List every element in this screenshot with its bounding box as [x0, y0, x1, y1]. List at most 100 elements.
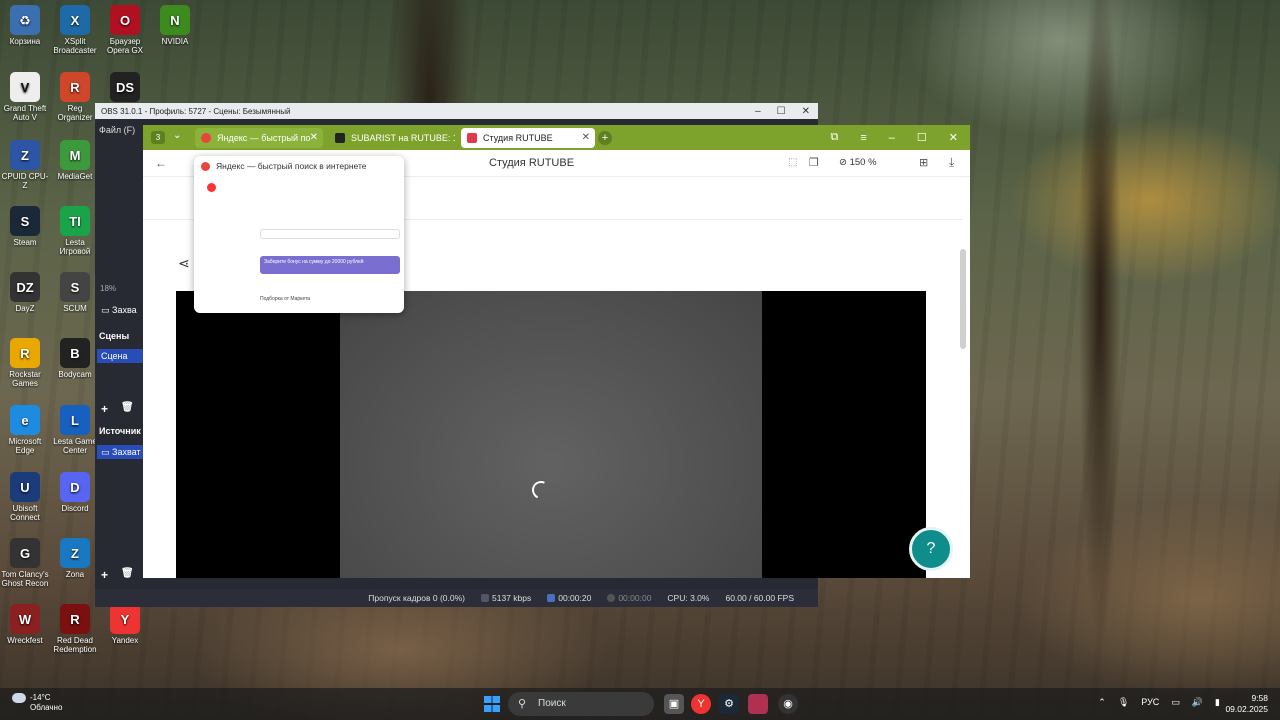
desktop-icon[interactable]: W Wreckfest [0, 604, 50, 645]
record-time: 00:00:00 [607, 593, 651, 603]
share-icon[interactable]: ⋖ [178, 255, 190, 272]
desktop-icon[interactable]: B Bodycam [50, 338, 100, 379]
app-icon: R [60, 72, 90, 102]
network-icon[interactable]: ▭ [1171, 697, 1180, 708]
close-icon[interactable]: ✕ [802, 106, 810, 117]
desktop-icon[interactable]: X XSplit Broadcaster [50, 5, 100, 55]
rutube-favicon-icon [335, 133, 345, 143]
desktop-icon[interactable]: R Red Dead Redemption [50, 604, 100, 654]
volume-icon[interactable]: 🔊 [1192, 697, 1203, 708]
add-scene-icon[interactable]: + [101, 402, 108, 416]
battery-icon[interactable]: ▮ [1215, 697, 1220, 708]
app-icon: B [60, 338, 90, 368]
taskbar-search[interactable]: ⚲ Поиск [508, 692, 654, 716]
clock[interactable]: 9:58 09.02.2025 [1225, 693, 1268, 715]
search-icon: ⚲ [518, 698, 527, 710]
desktop-icon[interactable]: R Reg Organizer [50, 72, 100, 122]
desktop-icon[interactable]: V Grand Theft Auto V [0, 72, 50, 122]
app-icon: R [60, 604, 90, 634]
desktop-icon[interactable]: e Microsoft Edge [0, 405, 50, 455]
app-icon[interactable] [748, 694, 768, 714]
obs-capture-label[interactable]: ▭ Захва [101, 305, 137, 316]
tab-rutube-studio[interactable]: Студия RUTUBE ✕ [461, 128, 595, 148]
close-tab-icon[interactable]: ✕ [582, 128, 590, 148]
desktop-icon-label: Steam [13, 238, 37, 247]
support-chat-button[interactable]: ? [909, 527, 953, 571]
desktop-icon-label: XSplit Broadcaster [53, 37, 97, 55]
desktop-icon[interactable]: TI Lesta Игровой центр [50, 206, 100, 256]
desktop-icon[interactable]: N NVIDIA [150, 5, 200, 46]
video-player[interactable] [176, 291, 926, 578]
app-icon: M [60, 140, 90, 170]
obs-menu-file[interactable]: Файл (F) [99, 125, 135, 135]
extension-icon[interactable]: ⬚ [788, 157, 797, 168]
obs-icon[interactable]: ◉ [778, 694, 798, 714]
obs-source-item[interactable]: ▭ Захват [97, 445, 147, 459]
microphone-icon[interactable]: 🎙 [1118, 697, 1129, 708]
page-scrollbar[interactable] [960, 249, 966, 349]
desktop-icon[interactable]: M MediaGet [50, 140, 100, 181]
desktop-icon[interactable]: Y Yandex [100, 604, 150, 645]
back-arrow-icon[interactable]: ← [155, 156, 167, 170]
desktop-icon-label: Bodycam [58, 370, 92, 379]
desktop-icon[interactable]: S Steam [0, 206, 50, 247]
desktop-icon[interactable]: Z Zona [50, 538, 100, 579]
app-icon: N [160, 5, 190, 35]
chevron-down-icon[interactable]: ⌄ [173, 130, 181, 141]
desktop-icon[interactable]: U Ubisoft Connect [0, 472, 50, 522]
obs-scene-item[interactable]: Сцена [97, 349, 145, 363]
minimize-icon[interactable]: – [755, 106, 761, 117]
desktop-icon-label: Браузер Opera GX [106, 37, 143, 55]
maximize-icon[interactable]: ☐ [777, 106, 786, 117]
tab-preview-popup[interactable]: Яндекс — быстрый поиск в интернете Забер… [194, 156, 404, 313]
desktop-icon[interactable]: O Браузер Opera GX [100, 5, 150, 55]
yandex-browser-icon[interactable]: Y [691, 694, 711, 714]
app-icon: TI [60, 206, 90, 236]
task-view-icon[interactable]: ▣ [664, 694, 684, 714]
desktop-icon[interactable]: D Discord [50, 472, 100, 513]
zoom-icon: ⊘ [839, 157, 847, 168]
desktop-icon-label: Yandex [111, 636, 139, 645]
chevron-up-icon[interactable]: ⌃ [1098, 697, 1106, 708]
reader-icon[interactable]: ⊞ [919, 156, 928, 169]
bookmark-icon[interactable]: ❐ [809, 156, 819, 169]
bookmarks-icon[interactable]: ⧉ [831, 131, 839, 144]
language-indicator[interactable]: РУС [1141, 697, 1159, 708]
app-icon: S [10, 206, 40, 236]
desktop-icon[interactable]: S SCUM [50, 272, 100, 313]
menu-icon[interactable]: ≡ [860, 132, 866, 144]
bitrate: 5137 kbps [481, 593, 531, 603]
obs-titlebar[interactable]: OBS 31.0.1 - Профиль: 5727 - Сцены: Безы… [95, 103, 818, 119]
trash-icon[interactable]: 🗑 [121, 568, 134, 579]
add-source-icon[interactable]: + [101, 568, 108, 582]
weather-widget[interactable]: -14°C Облачно [12, 693, 62, 713]
desktop-icon[interactable]: L Lesta Game Center [50, 405, 100, 455]
zoom-level[interactable]: ⊘ 150 % [839, 157, 877, 168]
close-icon[interactable]: ✕ [949, 131, 958, 144]
address-page-title[interactable]: Студия RUTUBE [489, 157, 574, 169]
close-tab-icon[interactable]: ✕ [310, 128, 318, 148]
desktop-icon-label: Grand Theft Auto V [3, 104, 47, 122]
obs-zoom-readout: 18% [100, 284, 117, 293]
monitor-icon: ▭ [101, 305, 110, 315]
desktop-icon-label: Rockstar Games [9, 370, 41, 388]
record-icon [607, 594, 616, 602]
yandex-favicon-icon [201, 133, 211, 143]
app-icon: V [10, 72, 40, 102]
desktop-icon[interactable]: R Rockstar Games [0, 338, 50, 388]
desktop-icon[interactable]: Z CPUID CPU-Z [0, 140, 50, 190]
desktop-icon-label: Red Dead Redemption [53, 636, 97, 654]
windows-start-icon[interactable] [484, 696, 500, 712]
tab-subarist[interactable]: SUBARIST на RUTUBE: 1 [329, 128, 455, 148]
minimize-icon[interactable]: – [889, 132, 895, 144]
desktop-icon[interactable]: DZ DayZ [0, 272, 50, 313]
tab-count-badge[interactable]: 3 [151, 131, 165, 144]
new-tab-button[interactable]: + [598, 131, 612, 145]
maximize-icon[interactable]: ☐ [917, 131, 927, 144]
tab-yandex[interactable]: Яндекс — быстрый по ✕ [195, 128, 323, 148]
desktop-icon[interactable]: ♻ Корзина [0, 5, 50, 46]
download-icon[interactable]: ⤓ [949, 155, 954, 170]
steam-icon[interactable]: ⚙ [719, 694, 739, 714]
trash-icon[interactable]: 🗑 [121, 402, 134, 413]
desktop-icon[interactable]: G Tom Clancy's Ghost Recon [0, 538, 50, 588]
